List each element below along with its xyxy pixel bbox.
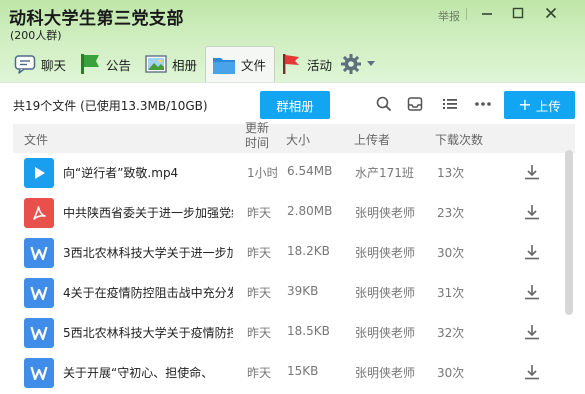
file-size: 18.2KB [287,244,330,258]
group-member-count: (200人群) [10,29,62,42]
chevron-down-icon [367,61,375,67]
tab-files[interactable]: 文件 [205,46,276,82]
tab-announcement[interactable]: 公告 [79,48,131,80]
minimize-icon[interactable] [476,5,498,21]
download-count: 30次 [437,246,465,260]
gear-icon [340,53,362,75]
group-header: 动科大学生第三党支部 (200人群) 举报 聊天 公告 相册 文件 活动 [0,0,585,82]
group-album-button[interactable]: 群相册 [260,91,330,119]
tab-label: 活动 [307,57,333,73]
flag-board-icon [79,53,101,75]
word-file-icon [24,318,54,348]
file-time: 1小时前 [247,166,277,180]
file-name[interactable]: 3西北农林科技大学关于进一步加强 [63,244,233,261]
file-time: 昨天 [247,326,272,340]
file-list: 向“逆行者”致敬.mp4 1小时前 6.54MB 水产171班 13次 中共陕西… [13,153,575,394]
pdf-file-icon [24,198,54,228]
column-size[interactable]: 大小 [286,131,310,148]
list-view-icon[interactable] [441,95,459,113]
file-size: 15KB [287,364,319,378]
download-count: 30次 [437,366,465,380]
inbox-icon[interactable] [406,95,424,113]
table-row[interactable]: 关于开展“守初心、担使命、 昨天 15KB 张明侠老师 30次 [13,353,575,393]
download-icon[interactable] [523,203,541,221]
file-name[interactable]: 中共陕西省委关于进一步加强党组织 [63,204,233,221]
file-uploader: 张明侠老师 [355,286,416,300]
header-divider [466,8,467,20]
tab-label: 相册 [172,57,198,73]
download-icon[interactable] [523,243,541,261]
tab-chat[interactable]: 聊天 [14,48,66,80]
column-updated-time-line2: 时间 [245,136,270,150]
word-file-icon [24,238,54,268]
table-row[interactable]: 5西北农林科技大学关于疫情防控工作 昨天 18.5KB 张明侠老师 32次 [13,313,575,353]
table-row[interactable]: 3西北农林科技大学关于进一步加强 昨天 18.2KB 张明侠老师 30次 [13,233,575,273]
folder-icon [212,55,236,75]
tab-label: 公告 [106,57,132,73]
search-icon[interactable] [375,95,393,113]
download-count: 13次 [437,166,465,180]
download-icon[interactable] [523,163,541,181]
download-count: 23次 [437,206,465,220]
download-count: 32次 [437,326,465,340]
file-name[interactable]: 4关于在疫情防控阻击战中充分发挥 [63,284,233,301]
file-table-header: 文件 更新 时间 大小 上传者 下载次数 [13,121,575,153]
file-size: 6.54MB [287,164,333,178]
file-size: 18.5KB [287,324,330,338]
table-row[interactable]: 中共陕西省委关于进一步加强党组织 昨天 2.80MB 张明侠老师 23次 [13,193,575,233]
file-uploader: 张明侠老师 [355,246,416,260]
tab-activity[interactable]: 活动 [280,48,332,80]
photo-icon [145,54,167,74]
file-uploader: 张明侠老师 [355,326,416,340]
upload-button[interactable]: + 上传 [504,91,575,119]
file-time: 昨天 [247,366,272,380]
word-file-icon [24,358,54,388]
download-icon[interactable] [523,283,541,301]
column-downloads[interactable]: 下载次数 [435,131,483,148]
file-time: 昨天 [247,246,272,260]
scrollbar-thumb[interactable] [565,150,573,315]
settings-menu[interactable] [340,48,375,80]
file-name[interactable]: 向“逆行者”致敬.mp4 [63,164,233,181]
download-count: 31次 [437,286,465,300]
file-size: 2.80MB [287,204,333,218]
chat-icon [14,54,36,74]
column-uploader[interactable]: 上传者 [354,131,390,148]
tab-label: 文件 [241,58,267,73]
column-updated-time-line1: 更新 [245,121,270,135]
table-row[interactable]: 向“逆行者”致敬.mp4 1小时前 6.54MB 水产171班 13次 [13,153,575,193]
file-time: 昨天 [247,206,272,220]
tab-label: 聊天 [41,57,67,73]
file-uploader: 水产171班 [355,166,414,180]
more-icon[interactable] [474,95,492,113]
file-time: 昨天 [247,286,272,300]
video-file-icon [24,158,54,188]
column-updated-time[interactable]: 更新 时间 [245,121,269,151]
plus-icon: + [518,95,532,114]
maximize-icon[interactable] [507,5,529,21]
download-icon[interactable] [523,323,541,341]
upload-label: 上传 [535,98,561,114]
file-toolbar: 共19个文件 (已使用13.3MB/10GB) 群相册 + 上传 [0,82,585,124]
file-uploader: 张明侠老师 [355,206,416,220]
group-tabs: 聊天 公告 相册 文件 活动 [0,46,585,82]
word-file-icon [24,278,54,308]
tab-album[interactable]: 相册 [145,48,197,80]
red-flag-icon [280,53,302,75]
table-row[interactable]: 4关于在疫情防控阻击战中充分发挥 昨天 39KB 张明侠老师 31次 [13,273,575,313]
file-usage-summary: 共19个文件 (已使用13.3MB/10GB) [13,99,208,113]
report-link[interactable]: 举报 [438,8,460,24]
group-title: 动科大学生第三党支部 [9,9,184,29]
close-icon[interactable] [540,5,562,21]
column-file[interactable]: 文件 [24,131,48,148]
file-name[interactable]: 5西北农林科技大学关于疫情防控工作 [63,324,233,341]
file-uploader: 张明侠老师 [355,366,416,380]
file-name[interactable]: 关于开展“守初心、担使命、 [63,364,233,381]
download-icon[interactable] [523,363,541,381]
file-size: 39KB [287,284,319,298]
